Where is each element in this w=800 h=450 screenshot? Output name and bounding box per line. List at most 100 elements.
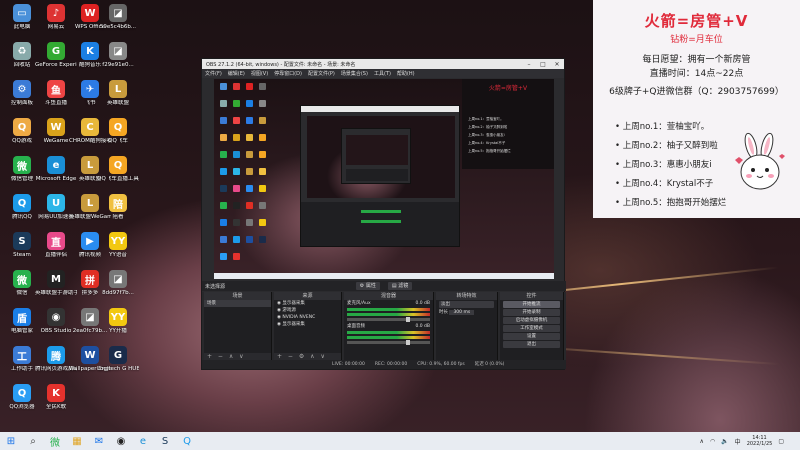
scene-item[interactable]: 场景 [204,300,271,307]
preview-desktop-icon [246,202,253,209]
obs-preview-canvas[interactable]: 火箭=房管+V 上周no.1：萱柚宝吖。 上周no.2：柚子又醉到啦 上周no.3：… [214,79,554,279]
transition-duration[interactable]: 时长 300 ms [436,309,497,316]
preview-taskbar [214,273,554,279]
menu-edit[interactable]: 编辑(E) [228,70,245,77]
desktop-icon[interactable]: 陪陪看 [99,194,137,234]
file-explorer-icon[interactable]: ▦ [68,432,86,450]
desktop-icon[interactable]: YY YY语音 [99,232,137,272]
desktop-icon[interactable]: G Logitech G HUB [97,346,139,386]
desktop-icon[interactable]: L 英雄联盟 [99,80,137,120]
desktop-icon[interactable]: 盾电脑管家 [3,308,41,348]
preview-desktop-icon [233,100,240,107]
preview-desktop-icon [220,219,227,226]
preview-desktop-icon [233,185,240,192]
desktop-icon[interactable]: e Microsoft Edge [36,156,76,196]
source-item[interactable]: ◉ NVIDIA NVENC [274,314,341,321]
desktop-icon-label: QQ飞车直播工具 [97,176,139,182]
desktop-icon[interactable]: Q QQ飞车直播工具 [97,156,139,196]
notification-icon[interactable]: ▢ [778,438,784,445]
source-item[interactable]: ◉ 显示器采集 [274,300,341,307]
obs-icon[interactable]: ◉ [112,432,130,450]
desktop-icon[interactable]: Q 腾讯QQ [3,194,41,234]
desktop-icon-label: OBS Studio [40,328,72,334]
preview-desktop-icon [233,253,240,260]
clock[interactable]: 14:11 2022/1/25 [747,435,773,447]
edge-icon[interactable]: e [134,432,152,450]
desktop-icon-label: YY开播 [109,328,127,334]
menu-file[interactable]: 文件(F) [205,70,222,77]
start-recording-button[interactable]: 开始录制 [503,309,560,316]
filters-button[interactable]: ▤ 滤镜 [387,282,413,290]
close-icon[interactable]: ✕ [550,61,564,68]
menu-tools[interactable]: 工具(T) [374,70,391,77]
wechat-icon[interactable]: 微 [46,432,64,450]
preview-desktop-icon [220,253,227,260]
ime-icon[interactable]: 中 [735,437,741,446]
start-icon[interactable]: ⊞ [2,432,20,450]
wps-icon: W [81,4,99,22]
steam-icon[interactable]: S [156,432,174,450]
source-item[interactable]: ◉ 游戏源 [274,307,341,314]
menu-profile[interactable]: 配置文件(P) [308,70,335,77]
ranking-item: • 上周no.4：Krystal不子 [615,179,714,189]
obs-status-bar: LIVE: 00:00:00 REC: 00:00:00 CPU: 0.9%, … [202,360,566,369]
preview-desktop-icon [246,83,253,90]
desktop-icon[interactable]: Q QQ飞车 [99,118,137,158]
desktop-icon[interactable]: YY YY开播 [99,308,137,348]
desktop-icon[interactable]: ◪ f29e91e0... [99,42,137,82]
obs-title-bar[interactable]: OBS 27.1.2 (64-bit, windows) - 配置文件: 未命名… [202,59,564,69]
source-item[interactable]: ◉ 显示器采集 [274,321,341,328]
studio-mode-button[interactable]: 工作室模式 [503,325,560,332]
transition-select[interactable]: 淡出 [439,301,494,308]
audio-meter [347,308,430,311]
chevron-up-icon[interactable]: ∧ [700,438,704,445]
settings-button[interactable]: 设置 [503,333,560,340]
menu-docks[interactable]: 停靠窗口(D) [274,70,302,77]
volume-slider[interactable] [347,317,430,322]
properties-button[interactable]: ⚙ 属性 [355,282,380,290]
obs-window[interactable]: OBS 27.1.2 (64-bit, windows) - 配置文件: 未命名… [201,58,566,370]
desktop-icon[interactable]: ▭ 此电脑 [3,4,41,44]
desktop-icon[interactable]: Q QQ游戏 [3,118,41,158]
desktop-icon-label: 电脑管家 [10,328,33,334]
desktop-icon[interactable]: 鱼斗鱼直播 [37,80,75,120]
mail-icon[interactable]: ✉ [90,432,108,450]
app-icon: 陪 [109,194,127,212]
desktop-icon[interactable]: 直直播伴侣 [37,232,75,272]
desktop-icon[interactable]: ◪ 59e5c4b6b... [99,4,137,44]
wechat-icon: 微 [13,270,31,288]
desktop-icon[interactable]: ♪ 网易云 [37,4,75,44]
desktop-icon[interactable]: ◉ OBS Studio [37,308,75,348]
volume-slider[interactable] [347,340,430,345]
search-icon[interactable]: ⌕ [24,432,42,450]
preview-desktop-icon [220,100,227,107]
overlay-title: 火箭=房管+V [644,12,749,30]
exit-button[interactable]: 退出 [503,341,560,348]
file-icon: ◪ [81,308,99,326]
qq-icon[interactable]: Q [178,432,196,450]
kugou-icon: K [81,42,99,60]
preview-desktop-icon [233,83,240,90]
menu-view[interactable]: 视图(V) [251,70,268,77]
network-icon[interactable]: ◠ [710,438,715,445]
yy-icon: YY [109,232,127,250]
app-icon: C [81,118,99,136]
desktop-icon[interactable]: GGeForce Experience [35,42,77,82]
menu-help[interactable]: 帮助(H) [397,70,415,77]
desktop-icon[interactable]: S Steam [3,232,41,272]
desktop-icon[interactable]: ◪ 8dd97f7b... [99,270,137,310]
volume-icon[interactable]: 🔈 [721,438,728,445]
desktop-icon[interactable]: M 英雄联盟手游助手 [35,270,77,310]
desktop-icon[interactable]: K 全民K歌 [37,384,75,424]
desktop-icon[interactable]: Q QQ浏览器 [3,384,41,424]
lol-icon: L [109,80,127,98]
preview-desktop-icon [233,236,240,243]
preview-desktop-icon [259,219,266,226]
virtual-camera-button[interactable]: 启动虚拟摄像机 [503,317,560,324]
maximize-icon[interactable]: □ [536,61,550,68]
desktop-icon[interactable]: ⚙ 控制面板 [3,80,41,120]
start-streaming-button[interactable]: 开始推流 [503,301,560,308]
obs-docks: 场景 场景 + − ∧ ∨ 来源 ◉ 显示器采集 ◉ 游戏源 ◉ NVIDIA … [202,292,566,361]
menu-scene-collection[interactable]: 场景集合(S) [341,70,368,77]
minimize-icon[interactable]: – [522,61,536,68]
